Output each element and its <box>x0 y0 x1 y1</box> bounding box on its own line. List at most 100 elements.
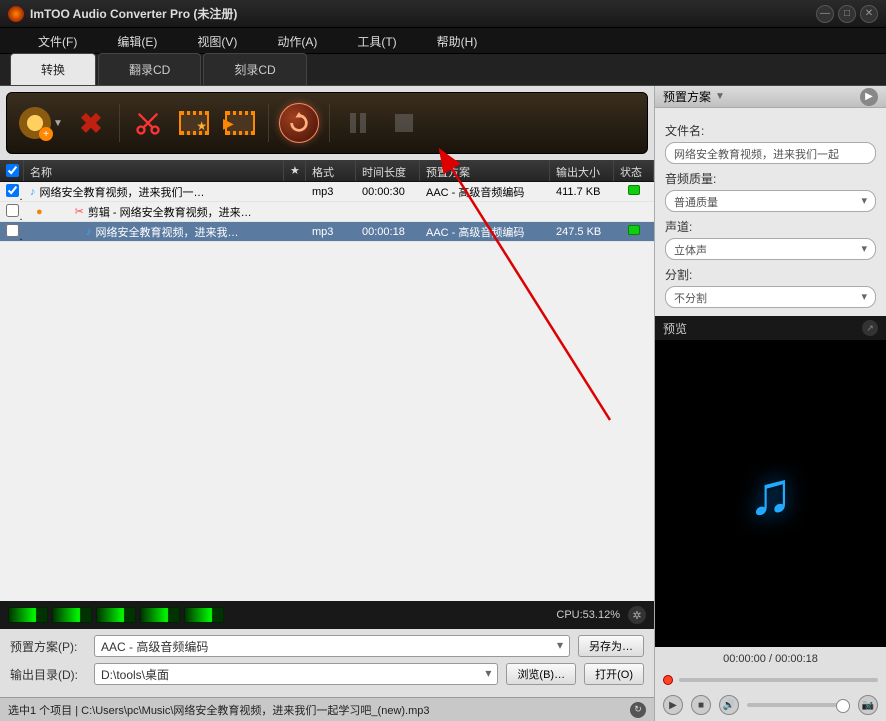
app-logo-icon <box>8 6 24 22</box>
progress-icon[interactable]: ↻ <box>630 702 646 718</box>
row-dur: 00:00:30 <box>356 186 420 198</box>
film-star-icon: ★ <box>179 111 209 135</box>
menu-tools[interactable]: 工具(T) <box>337 28 416 53</box>
row-status <box>614 225 654 238</box>
minimize-button[interactable]: — <box>816 5 834 23</box>
col-profile[interactable]: 预置方案 <box>420 160 550 181</box>
quality-label: 音频质量: <box>665 170 876 187</box>
status-bar: 选中1 个项目 | C:\Users\pc\Music\网络安全教育视频，进来我… <box>0 697 654 721</box>
audio-meter-icon <box>184 607 224 623</box>
channel-combo[interactable]: 立体声 <box>665 238 876 260</box>
chevron-down-icon: ▼ <box>53 118 63 129</box>
convert-button[interactable] <box>279 103 319 143</box>
note-icon: ♪ <box>86 226 92 238</box>
preview-video[interactable]: ♫ <box>655 340 886 647</box>
menu-edit[interactable]: 编辑(E) <box>97 28 177 53</box>
seek-track[interactable] <box>679 678 878 682</box>
row-checkbox[interactable] <box>6 224 19 237</box>
file-list[interactable]: ♪网络安全教育视频，进来我们一…mp300:00:30AAC - 高级音频编码4… <box>0 182 654 601</box>
row-checkbox[interactable] <box>6 184 19 197</box>
audio-meter-icon <box>96 607 136 623</box>
table-row[interactable]: ♪网络安全教育视频，进来我们一…mp300:00:30AAC - 高级音频编码4… <box>0 182 654 202</box>
remove-button[interactable]: ✖ <box>73 105 109 141</box>
col-star[interactable]: ★ <box>284 160 306 181</box>
play-button[interactable]: ▶ <box>663 695 683 715</box>
status-text: 选中1 个项目 | C:\Users\pc\Music\网络安全教育视频，进来我… <box>8 702 430 718</box>
col-size[interactable]: 输出大小 <box>550 160 614 181</box>
cut-button[interactable] <box>130 105 166 141</box>
row-checkbox[interactable] <box>6 204 19 217</box>
row-name: 剪辑 - 网络安全教育视频，进来… <box>88 204 252 220</box>
status-led-icon <box>628 225 640 235</box>
menu-bar: 文件(F) 编辑(E) 视图(V) 动作(A) 工具(T) 帮助(H) <box>0 28 886 54</box>
row-name: 网络安全教育视频，进来我们一… <box>40 184 205 200</box>
tab-rip-cd[interactable]: 翻录CD <box>98 53 201 85</box>
merge-button[interactable]: ▶ <box>222 105 258 141</box>
profile-combo[interactable]: AAC - 高级音频编码 <box>94 635 570 657</box>
tab-convert[interactable]: 转换 <box>10 53 96 85</box>
row-prof: AAC - 高级音频编码 <box>420 224 550 240</box>
stop-icon <box>395 114 413 132</box>
snapshot-button[interactable]: 📷 <box>858 695 878 715</box>
filename-label: 文件名: <box>665 122 876 139</box>
row-name: 网络安全教育视频，进来我… <box>96 224 239 240</box>
expand-icon[interactable]: ▶ <box>860 88 878 106</box>
disc-add-icon <box>19 107 51 139</box>
bottom-form: 预置方案(P): AAC - 高级音频编码 另存为… 输出目录(D): D:\t… <box>0 629 654 697</box>
window-title: ImTOO Audio Converter Pro (未注册) <box>30 5 816 22</box>
table-row[interactable]: ♪网络安全教育视频，进来我…mp300:00:18AAC - 高级音频编码247… <box>0 222 654 242</box>
tab-burn-cd[interactable]: 刻录CD <box>203 53 306 85</box>
menu-help[interactable]: 帮助(H) <box>417 28 498 53</box>
quality-combo[interactable]: 普通质量 <box>665 190 876 212</box>
save-as-button[interactable]: 另存为… <box>578 635 644 657</box>
scissors-icon <box>134 109 162 137</box>
music-note-icon: ♫ <box>748 459 793 528</box>
col-name[interactable]: 名称 <box>24 160 284 181</box>
preview-title: 预览 <box>663 320 687 337</box>
preview-time: 00:00:00 / 00:00:18 <box>655 647 886 671</box>
profile-label: 预置方案(P): <box>10 638 86 655</box>
settings-icon[interactable]: ✲ <box>628 606 646 624</box>
popout-icon[interactable]: ↗ <box>862 320 878 336</box>
volume-slider[interactable] <box>747 703 850 707</box>
col-duration[interactable]: 时间长度 <box>356 160 420 181</box>
browse-button[interactable]: 浏览(B)… <box>506 663 576 685</box>
effects-button[interactable]: ★ <box>176 105 212 141</box>
convert-arrow-icon <box>288 112 310 134</box>
split-combo[interactable]: 不分割 <box>665 286 876 308</box>
menu-action[interactable]: 动作(A) <box>257 28 337 53</box>
output-combo[interactable]: D:\tools\桌面 <box>94 663 498 685</box>
row-status <box>614 185 654 198</box>
record-icon[interactable] <box>663 675 673 685</box>
pause-button[interactable] <box>340 105 376 141</box>
table-row[interactable]: ●✂剪辑 - 网络安全教育视频，进来… <box>0 202 654 222</box>
filename-field[interactable]: 网络安全教育视频，进来我们一起 <box>665 142 876 164</box>
right-panel-body: 文件名: 网络安全教育视频，进来我们一起 音频质量: 普通质量 声道: 立体声 … <box>655 108 886 316</box>
select-all-checkbox[interactable] <box>6 164 19 177</box>
stop-preview-button[interactable]: ■ <box>691 695 711 715</box>
chevron-down-icon[interactable]: ▼ <box>715 91 725 102</box>
menu-view[interactable]: 视图(V) <box>177 28 257 53</box>
audio-meter-icon <box>8 607 48 623</box>
split-label: 分割: <box>665 266 876 283</box>
audio-meter-icon <box>52 607 92 623</box>
menu-file[interactable]: 文件(F) <box>18 28 97 53</box>
title-bar: ImTOO Audio Converter Pro (未注册) — □ ✕ <box>0 0 886 28</box>
row-dur: 00:00:18 <box>356 226 420 238</box>
volume-icon[interactable]: 🔊 <box>719 695 739 715</box>
row-size: 247.5 KB <box>550 226 614 238</box>
note-icon: ♪ <box>30 186 36 198</box>
close-button[interactable]: ✕ <box>860 5 878 23</box>
col-format[interactable]: 格式 <box>306 160 356 181</box>
preview-controls: ▶ ■ 🔊 📷 <box>655 689 886 721</box>
preview-seek[interactable] <box>655 671 886 689</box>
meter-bar: CPU:53.12% ✲ <box>0 601 654 629</box>
open-button[interactable]: 打开(O) <box>584 663 644 685</box>
film-arrow-icon: ▶ <box>225 111 255 135</box>
add-file-button[interactable]: ▼ <box>19 105 63 141</box>
right-panel-title: 预置方案 <box>663 88 711 105</box>
col-status[interactable]: 状态 <box>614 160 654 181</box>
maximize-button[interactable]: □ <box>838 5 856 23</box>
toolbar: ▼ ✖ ★ ▶ <box>6 92 648 154</box>
stop-button[interactable] <box>386 105 422 141</box>
